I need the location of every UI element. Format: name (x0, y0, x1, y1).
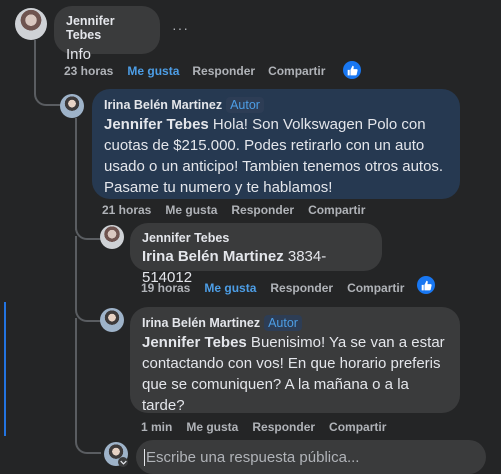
text-cursor (144, 449, 145, 466)
mention-link[interactable]: Jennifer Tebes (142, 334, 247, 351)
avatar-irina[interactable] (100, 308, 124, 332)
share-button[interactable]: Compartir (347, 281, 404, 295)
reply-placeholder: Escribe una respuesta pública... (146, 448, 360, 466)
timestamp[interactable]: 23 horas (64, 64, 113, 78)
reply-button[interactable]: Responder (192, 64, 255, 78)
reply-input[interactable]: Escribe una respuesta pública... (136, 440, 486, 474)
comment-author[interactable]: Jennifer Tebes (142, 231, 370, 245)
like-button[interactable]: Me gusta (165, 203, 217, 217)
share-button[interactable]: Compartir (329, 420, 386, 434)
reply-button[interactable]: Responder (231, 203, 294, 217)
comment-bubble-1: Jennifer Tebes Info (54, 6, 160, 63)
timestamp[interactable]: 21 horas (102, 203, 151, 217)
more-options-icon[interactable]: ··· (172, 20, 189, 36)
like-button[interactable]: Me gusta (127, 64, 179, 78)
highlight-bar (4, 302, 6, 436)
thread-line-main (34, 40, 36, 80)
like-button[interactable]: Me gusta (186, 420, 238, 434)
like-reaction-icon[interactable] (417, 276, 435, 294)
mention-link[interactable]: Irina Belén Martinez (142, 248, 284, 265)
comment-bubble-2: Irina Belén Martinez Autor Jennifer Tebes… (92, 89, 460, 199)
avatar-irina[interactable] (60, 94, 84, 118)
thread-line-sub-3 (75, 318, 77, 436)
like-button[interactable]: Me gusta (204, 281, 256, 295)
author-badge: Autor (226, 97, 264, 113)
share-button[interactable]: Compartir (308, 203, 365, 217)
timestamp[interactable]: 1 min (141, 420, 172, 434)
comment-actions-3: 19 horas Me gusta Responder Compartir (141, 281, 419, 295)
thread-line-sub-2 (75, 236, 77, 306)
like-reaction-icon[interactable] (343, 61, 361, 79)
thread-curve-3 (75, 298, 101, 322)
comment-bubble-4: Irina Belén Martinez Autor Jennifer Tebes… (130, 307, 460, 414)
avatar-jennifer[interactable] (15, 8, 47, 40)
comment-actions-2: 21 horas Me gusta Responder Compartir (102, 203, 380, 217)
comment-author[interactable]: Jennifer Tebes (66, 14, 148, 42)
avatar-jennifer[interactable] (100, 225, 124, 249)
reply-button[interactable]: Responder (252, 420, 315, 434)
timestamp[interactable]: 19 horas (141, 281, 190, 295)
share-button[interactable]: Compartir (268, 64, 325, 78)
comment-actions-1: 23 horas Me gusta Responder Compartir (64, 64, 340, 78)
thread-curve-4 (75, 428, 101, 454)
thread-curve-2 (75, 214, 101, 240)
comment-author[interactable]: Irina Belén Martinez (142, 316, 260, 330)
comment-author[interactable]: Irina Belén Martinez (104, 98, 222, 112)
mention-link[interactable]: Jennifer Tebes (104, 116, 209, 133)
comment-text: Info (66, 46, 92, 63)
thread-curve-1 (34, 78, 62, 106)
reply-button[interactable]: Responder (270, 281, 333, 295)
comment-bubble-3: Jennifer Tebes Irina Belén Martinez 3834… (130, 223, 382, 286)
chevron-down-icon[interactable] (118, 457, 128, 467)
author-badge: Autor (264, 315, 302, 331)
comment-actions-4: 1 min Me gusta Responder Compartir (141, 420, 401, 434)
